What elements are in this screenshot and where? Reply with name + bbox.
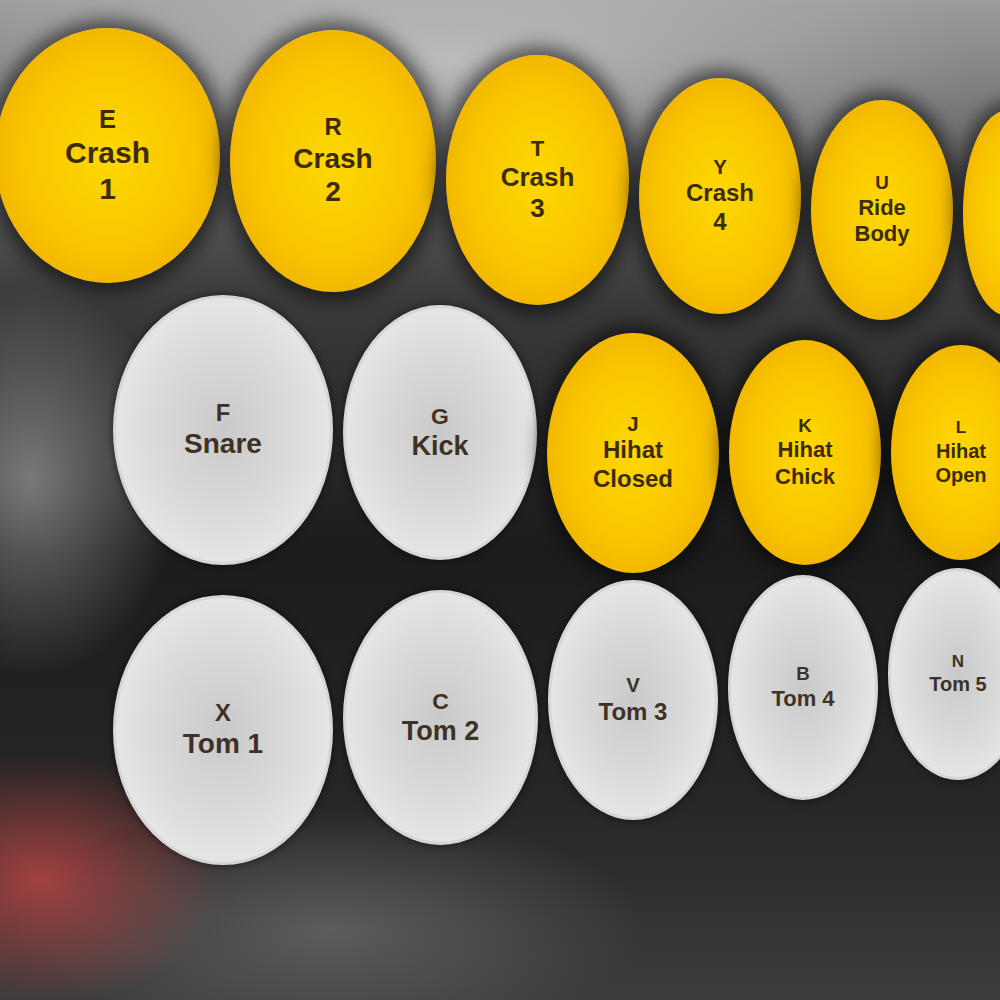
drum-pad[interactable]: NTom 5	[888, 568, 1000, 780]
pad-key: J	[627, 412, 638, 436]
pad-label: Hihat	[603, 436, 663, 465]
pad-key: U	[875, 172, 889, 194]
drum-kit-backdrop: ECrash1RCrash2TCrash3YCrash4URideBodyFSn…	[0, 0, 1000, 1000]
pad-label: Closed	[593, 465, 673, 494]
pad-label: 2	[325, 175, 341, 209]
drum-pad[interactable]: GKick	[343, 305, 537, 560]
pad-label: Ride	[858, 195, 906, 221]
pad-label: Tom 4	[771, 686, 834, 712]
drum-pad[interactable]: ECrash1	[0, 28, 220, 283]
pad-key: F	[216, 399, 231, 428]
drum-pad[interactable]: FSnare	[113, 295, 333, 565]
drum-pad[interactable]: LHihatOpen	[891, 345, 1000, 560]
pad-key: R	[324, 113, 341, 142]
pad-key: N	[952, 652, 964, 672]
pad-label: Tom 3	[599, 698, 668, 727]
drum-pad[interactable]: RCrash2	[230, 30, 436, 292]
drum-pad[interactable]: KHihatChick	[729, 340, 881, 565]
pad-row: XTom 1CTom 2VTom 3BTom 4NTom 5	[113, 568, 1000, 868]
pad-row: FSnareGKickJHihatClosedKHihatChickLHihat…	[113, 295, 1000, 568]
pad-board: ECrash1RCrash2TCrash3YCrash4URideBodyFSn…	[0, 0, 1000, 868]
pad-label: Kick	[411, 430, 468, 462]
pad-key: Y	[713, 155, 727, 179]
drum-pad[interactable]: XTom 1	[113, 595, 333, 865]
drum-pad[interactable]	[963, 110, 1000, 316]
drum-pad[interactable]: VTom 3	[548, 580, 718, 820]
pad-key: L	[956, 418, 966, 438]
pad-label: Hihat	[936, 439, 986, 463]
pad-label: 3	[530, 193, 544, 224]
pad-label: 1	[99, 171, 116, 207]
pad-label: Tom 1	[183, 727, 263, 761]
pad-label: Body	[855, 221, 910, 247]
drum-pad[interactable]: TCrash3	[446, 55, 629, 305]
drum-pad[interactable]: URideBody	[811, 100, 953, 320]
pad-label: Crash	[686, 179, 754, 208]
drum-pad[interactable]: CTom 2	[343, 590, 538, 845]
drum-pad[interactable]: JHihatClosed	[547, 333, 719, 573]
pad-label: Crash	[65, 135, 150, 171]
pad-key: T	[531, 136, 545, 163]
pad-label: Tom 5	[929, 672, 986, 696]
pad-label: Snare	[184, 427, 262, 461]
pad-key: X	[215, 699, 231, 728]
pad-label: 4	[713, 208, 726, 237]
drum-pad[interactable]: YCrash4	[639, 78, 801, 314]
pad-row: ECrash1RCrash2TCrash3YCrash4URideBody	[0, 0, 1000, 295]
pad-label: Chick	[775, 464, 835, 490]
pad-key: G	[431, 403, 449, 431]
pad-key: K	[798, 415, 812, 437]
pad-key: B	[796, 663, 810, 685]
pad-key: E	[99, 104, 116, 135]
pad-key: V	[626, 673, 640, 697]
pad-label: Open	[935, 463, 986, 487]
pad-label: Crash	[293, 142, 372, 176]
drum-pad[interactable]: BTom 4	[728, 575, 878, 800]
pad-key: C	[432, 688, 449, 716]
pad-label: Hihat	[778, 437, 833, 463]
pad-label: Tom 2	[402, 715, 480, 747]
pad-label: Crash	[501, 162, 575, 193]
